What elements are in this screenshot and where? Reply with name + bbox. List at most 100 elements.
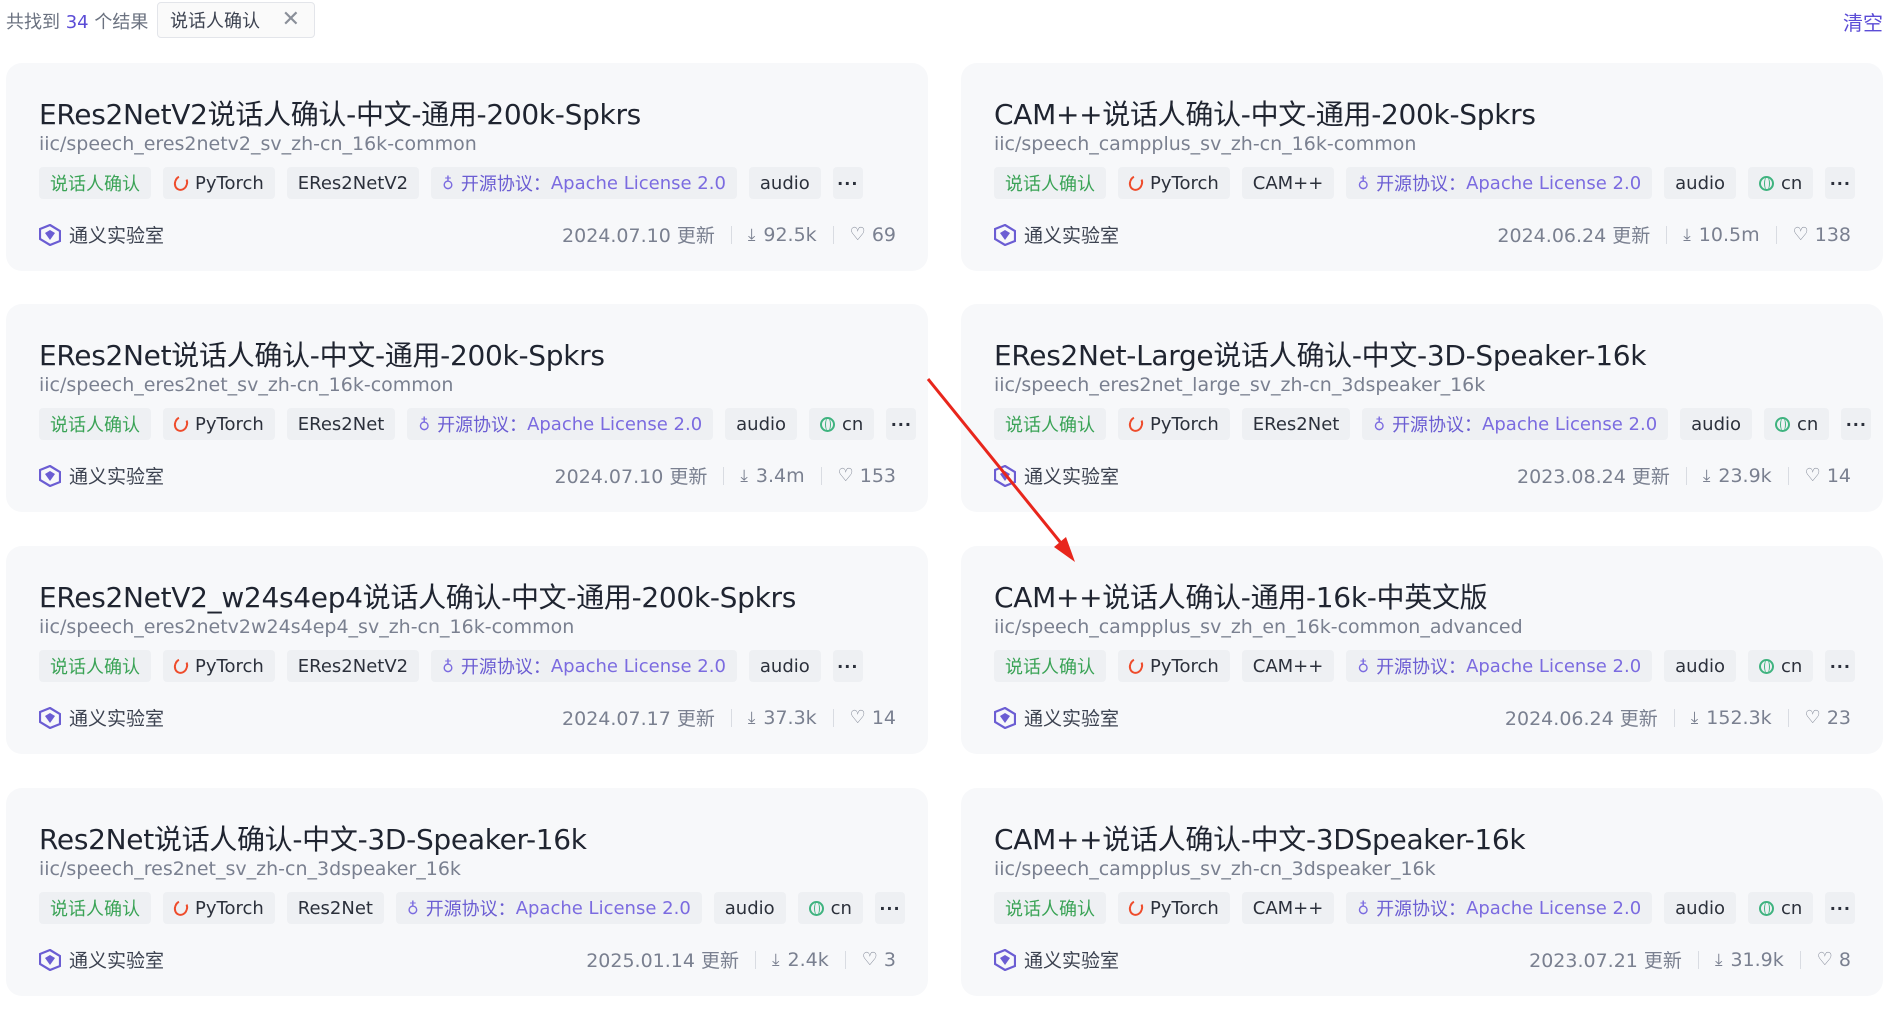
model-path: iic/speech_res2net_sv_zh-cn_3dspeaker_16… xyxy=(39,858,461,880)
tongyi-logo-icon xyxy=(39,948,61,971)
license-tag[interactable]: ♁ 开源协议： Apache License 2.0 xyxy=(1362,408,1669,440)
heart-icon[interactable]: ♡ xyxy=(838,465,854,486)
model-card[interactable]: ERes2NetV2_w24s4ep4说话人确认-中文-通用-200k-Spkr… xyxy=(6,546,928,754)
modality-tag[interactable]: audio xyxy=(713,892,786,924)
divider xyxy=(832,708,834,727)
architecture-tag[interactable]: CAM++ xyxy=(1241,650,1335,682)
more-tags-button[interactable]: ··· xyxy=(874,892,905,924)
modality-tag[interactable]: audio xyxy=(1680,408,1753,440)
framework-tag[interactable]: PyTorch xyxy=(163,408,275,440)
architecture-tag[interactable]: ERes2NetV2 xyxy=(286,167,420,199)
organization[interactable]: 通义实验室 xyxy=(39,946,164,973)
framework-tag[interactable]: PyTorch xyxy=(163,650,275,682)
model-title[interactable]: ERes2NetV2_w24s4ep4说话人确认-中文-通用-200k-Spkr… xyxy=(39,576,796,616)
model-card[interactable]: CAM++说话人确认-通用-16k-中英文版 iic/speech_camppl… xyxy=(961,546,1883,754)
close-icon[interactable]: ✕ xyxy=(282,9,300,31)
modality-tag[interactable]: audio xyxy=(1664,167,1737,199)
task-tag[interactable]: 说话人确认 xyxy=(39,167,151,199)
more-tags-button[interactable]: ··· xyxy=(1825,892,1856,924)
language-tag[interactable]: cn xyxy=(1748,650,1814,682)
more-tags-button[interactable]: ··· xyxy=(1825,167,1856,199)
heart-icon[interactable]: ♡ xyxy=(1817,949,1833,970)
model-card[interactable]: ERes2Net说话人确认-中文-通用-200k-Spkrs iic/speec… xyxy=(6,304,928,512)
modality-tag[interactable]: audio xyxy=(748,167,821,199)
framework-tag[interactable]: PyTorch xyxy=(1118,408,1230,440)
framework-tag[interactable]: PyTorch xyxy=(1118,650,1230,682)
model-card[interactable]: ERes2Net-Large说话人确认-中文-3D-Speaker-16k ii… xyxy=(961,304,1883,512)
more-tags-button[interactable]: ··· xyxy=(832,167,863,199)
model-title[interactable]: Res2Net说话人确认-中文-3D-Speaker-16k xyxy=(39,818,587,858)
framework-tag[interactable]: PyTorch xyxy=(1118,892,1230,924)
card-stats: 2024.07.17 更新 ⤓ 37.3k ♡ 14 xyxy=(562,704,896,731)
license-tag[interactable]: ♁ 开源协议： Apache License 2.0 xyxy=(431,650,737,682)
task-tag[interactable]: 说话人确认 xyxy=(39,408,151,440)
modality-tag[interactable]: audio xyxy=(725,408,798,440)
organization[interactable]: 通义实验室 xyxy=(39,462,164,489)
tongyi-logo-icon xyxy=(39,223,61,246)
language-tag[interactable]: cn xyxy=(1748,167,1814,199)
license-tag[interactable]: ♁ 开源协议： Apache License 2.0 xyxy=(1346,650,1653,682)
model-title[interactable]: CAM++说话人确认-中文-3DSpeaker-16k xyxy=(994,818,1526,858)
task-tag[interactable]: 说话人确认 xyxy=(994,408,1106,440)
organization[interactable]: 通义实验室 xyxy=(994,462,1119,489)
modality-tag[interactable]: audio xyxy=(1664,892,1737,924)
active-filter-chip[interactable]: 说话人确认 ✕ xyxy=(157,2,315,38)
model-card[interactable]: Res2Net说话人确认-中文-3D-Speaker-16k iic/speec… xyxy=(6,788,928,996)
modality-tag[interactable]: audio xyxy=(1664,650,1737,682)
more-tags-button[interactable]: ··· xyxy=(1841,408,1872,440)
organization[interactable]: 通义实验室 xyxy=(39,221,164,248)
heart-icon[interactable]: ♡ xyxy=(862,949,878,970)
model-title[interactable]: CAM++说话人确认-通用-16k-中英文版 xyxy=(994,576,1488,616)
organization[interactable]: 通义实验室 xyxy=(994,704,1119,731)
heart-icon[interactable]: ♡ xyxy=(850,707,866,728)
architecture-tag[interactable]: ERes2Net xyxy=(1241,408,1351,440)
like-count: 8 xyxy=(1838,948,1851,971)
model-title[interactable]: CAM++说话人确认-中文-通用-200k-Spkrs xyxy=(994,93,1536,133)
model-card[interactable]: ERes2NetV2说话人确认-中文-通用-200k-Spkrs iic/spe… xyxy=(6,63,928,271)
modality-tag[interactable]: audio xyxy=(748,650,821,682)
language-tag[interactable]: cn xyxy=(809,408,875,440)
license-tag[interactable]: ♁ 开源协议： Apache License 2.0 xyxy=(1346,892,1653,924)
model-title[interactable]: ERes2Net说话人确认-中文-通用-200k-Spkrs xyxy=(39,334,605,374)
pytorch-icon xyxy=(171,656,191,676)
more-tags-button[interactable]: ··· xyxy=(886,408,917,440)
task-tag[interactable]: 说话人确认 xyxy=(994,167,1106,199)
framework-tag[interactable]: PyTorch xyxy=(163,892,275,924)
model-title[interactable]: ERes2Net-Large说话人确认-中文-3D-Speaker-16k xyxy=(994,334,1646,374)
model-path: iic/speech_eres2net_large_sv_zh-cn_3dspe… xyxy=(994,374,1486,396)
task-tag[interactable]: 说话人确认 xyxy=(39,892,151,924)
heart-icon[interactable]: ♡ xyxy=(850,224,866,245)
license-tag[interactable]: ♁ 开源协议： Apache License 2.0 xyxy=(431,167,737,199)
like-count: 153 xyxy=(859,464,896,487)
organization[interactable]: 通义实验室 xyxy=(994,946,1119,973)
license-tag[interactable]: ♁ 开源协议： Apache License 2.0 xyxy=(1346,167,1653,199)
heart-icon[interactable]: ♡ xyxy=(1805,465,1821,486)
task-tag[interactable]: 说话人确认 xyxy=(994,892,1106,924)
license-tag[interactable]: ♁ 开源协议： Apache License 2.0 xyxy=(407,408,714,440)
architecture-tag[interactable]: Res2Net xyxy=(286,892,384,924)
framework-tag[interactable]: PyTorch xyxy=(163,167,275,199)
language-tag[interactable]: cn xyxy=(1764,408,1830,440)
license-tag[interactable]: ♁ 开源协议： Apache License 2.0 xyxy=(395,892,702,924)
divider xyxy=(1697,950,1699,969)
divider xyxy=(730,225,732,244)
language-tag[interactable]: cn xyxy=(1748,892,1814,924)
language-tag[interactable]: cn xyxy=(797,892,863,924)
task-tag[interactable]: 说话人确认 xyxy=(39,650,151,682)
architecture-tag[interactable]: ERes2NetV2 xyxy=(286,650,420,682)
model-card[interactable]: CAM++说话人确认-中文-通用-200k-Spkrs iic/speech_c… xyxy=(961,63,1883,271)
more-tags-button[interactable]: ··· xyxy=(832,650,863,682)
framework-tag[interactable]: PyTorch xyxy=(1118,167,1230,199)
heart-icon[interactable]: ♡ xyxy=(1805,707,1821,728)
model-title[interactable]: ERes2NetV2说话人确认-中文-通用-200k-Spkrs xyxy=(39,93,641,133)
architecture-tag[interactable]: CAM++ xyxy=(1241,167,1335,199)
architecture-tag[interactable]: CAM++ xyxy=(1241,892,1335,924)
clear-filters-button[interactable]: 清空 xyxy=(1843,7,1883,36)
model-card[interactable]: CAM++说话人确认-中文-3DSpeaker-16k iic/speech_c… xyxy=(961,788,1883,996)
organization[interactable]: 通义实验室 xyxy=(39,704,164,731)
task-tag[interactable]: 说话人确认 xyxy=(994,650,1106,682)
architecture-tag[interactable]: ERes2Net xyxy=(286,408,396,440)
more-tags-button[interactable]: ··· xyxy=(1825,650,1856,682)
heart-icon[interactable]: ♡ xyxy=(1793,224,1809,245)
organization[interactable]: 通义实验室 xyxy=(994,221,1119,248)
